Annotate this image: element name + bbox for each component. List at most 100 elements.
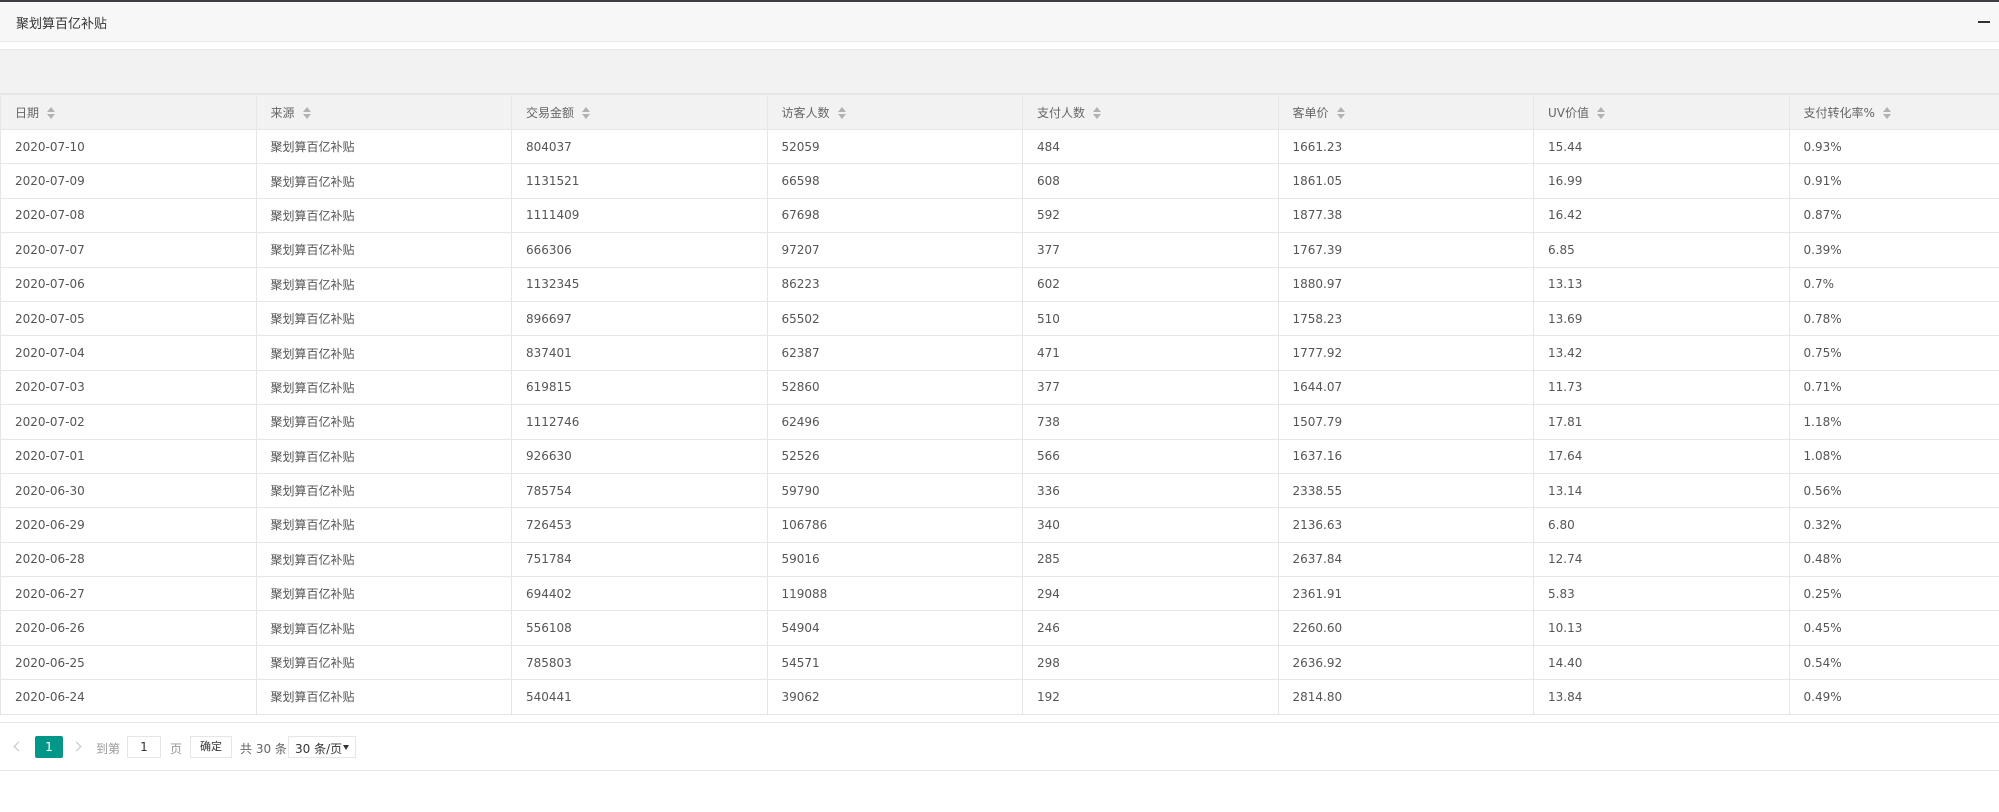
table-row[interactable]: 2020-06-29 聚划算百亿补贴 726453 106786 340 2136.63 6… (0, 507, 1999, 543)
table-cell: 2020-07-01 (0, 438, 257, 474)
page-size-select[interactable]: 30 条/页 (288, 736, 356, 758)
goto-page-input[interactable] (127, 736, 161, 758)
table-cell: 2338.55 (1278, 472, 1534, 509)
table-toolbar (0, 49, 1999, 94)
prev-page-icon[interactable] (12, 739, 24, 755)
column-header[interactable]: UV价值 (1533, 94, 1790, 130)
column-header-label: 支付转化率% (1803, 105, 1875, 120)
table-cell: 246 (1022, 610, 1279, 646)
sort-icon[interactable] (1093, 107, 1102, 119)
sort-icon[interactable] (1597, 107, 1605, 119)
table-cell: 12.74 (1533, 541, 1790, 578)
table-cell: 0.49% (1789, 679, 1999, 715)
table-row[interactable]: 2020-06-24 聚划算百亿补贴 540441 39062 192 2814.80 13… (0, 679, 1999, 715)
table-cell: 1880.97 (1278, 266, 1534, 302)
table-cell: 1777.92 (1278, 335, 1534, 371)
table-cell: 2020-07-04 (0, 335, 257, 371)
column-header[interactable]: 来源 (256, 94, 512, 130)
table-cell: 54904 (767, 610, 1023, 646)
table-cell: 484 (1022, 128, 1279, 165)
table-cell: 2814.80 (1278, 679, 1534, 715)
table-cell: 聚划算百亿补贴 (256, 197, 512, 234)
pagination-bar: 1 到第 页 确定 共 30 条 30 条/页 (0, 722, 1999, 771)
table-cell: 聚划算百亿补贴 (256, 335, 512, 371)
table-cell: 0.93% (1789, 128, 1999, 165)
table-row[interactable]: 2020-07-05 聚划算百亿补贴 896697 65502 510 1758.23 13… (0, 300, 1999, 337)
table-cell: 2260.60 (1278, 610, 1534, 646)
table-cell: 10.13 (1533, 610, 1790, 646)
table-row[interactable]: 2020-06-25 聚划算百亿补贴 785803 54571 298 2636.92 14… (0, 644, 1999, 681)
table-cell: 聚划算百亿补贴 (256, 163, 512, 199)
table-cell: 2020-07-03 (0, 369, 257, 406)
table-cell: 471 (1022, 335, 1279, 371)
collapse-icon[interactable] (1977, 14, 1991, 28)
table-row[interactable]: 2020-06-26 聚划算百亿补贴 556108 54904 246 2260.60 10… (0, 610, 1999, 646)
sort-icon[interactable] (582, 107, 591, 119)
sort-icon[interactable] (302, 107, 311, 119)
table-cell: 106786 (767, 507, 1023, 543)
table-cell: 1507.79 (1278, 404, 1534, 440)
table-row[interactable]: 2020-06-27 聚划算百亿补贴 694402 119088 294 2361.91 5… (0, 576, 1999, 612)
table-row[interactable]: 2020-07-09 聚划算百亿补贴 1131521 66598 608 1861.05 1… (0, 163, 1999, 199)
table-cell: 785754 (511, 472, 768, 509)
table-row[interactable]: 2020-06-30 聚划算百亿补贴 785754 59790 336 2338.55 13… (0, 472, 1999, 509)
table-cell: 0.48% (1789, 541, 1999, 578)
column-header[interactable]: 交易金额 (511, 94, 768, 130)
table-cell: 2020-07-05 (0, 300, 257, 337)
table-cell: 15.44 (1533, 128, 1790, 165)
column-header[interactable]: 日期 (0, 94, 257, 130)
table-cell: 1758.23 (1278, 300, 1534, 337)
page-button-current[interactable]: 1 (35, 736, 63, 758)
sort-icon[interactable] (837, 107, 846, 119)
table-cell: 896697 (511, 300, 768, 337)
table-cell: 1644.07 (1278, 369, 1534, 406)
table-cell: 1132345 (511, 266, 768, 302)
sort-icon[interactable] (1336, 107, 1345, 119)
table-cell: 16.42 (1533, 197, 1790, 234)
table-cell: 13.84 (1533, 679, 1790, 715)
column-header[interactable]: 支付转化率% (1789, 94, 1999, 130)
column-header[interactable]: 支付人数 (1022, 94, 1279, 130)
table-row[interactable]: 2020-07-03 聚划算百亿补贴 619815 52860 377 1644.07 11… (0, 369, 1999, 406)
table-row[interactable]: 2020-07-04 聚划算百亿补贴 837401 62387 471 1777.92 13… (0, 335, 1999, 371)
table-cell: 聚划算百亿补贴 (256, 369, 512, 406)
table-cell: 2136.63 (1278, 507, 1534, 543)
table-cell: 6.80 (1533, 507, 1790, 543)
table-row[interactable]: 2020-07-08 聚划算百亿补贴 1111409 67698 592 1877.38 1… (0, 197, 1999, 234)
table-cell: 13.14 (1533, 472, 1790, 509)
table-row[interactable]: 2020-07-07 聚划算百亿补贴 666306 97207 377 1767.39 6.… (0, 232, 1999, 268)
table-scroll-area[interactable]: 日期 来源 交易金额 访客人数 支付人数 客单价 UV价值 支付转化率% 2020-07-10… (0, 94, 1999, 722)
table-row[interactable]: 2020-07-02 聚划算百亿补贴 1112746 62496 738 1507.79 1… (0, 404, 1999, 440)
table-row[interactable]: 2020-07-10 聚划算百亿补贴 804037 52059 484 1661.23 15… (0, 128, 1999, 165)
column-header[interactable]: 客单价 (1278, 94, 1534, 130)
table-cell: 14.40 (1533, 644, 1790, 681)
table-cell: 837401 (511, 335, 768, 371)
table-cell: 13.42 (1533, 335, 1790, 371)
table-cell: 0.87% (1789, 197, 1999, 234)
sort-icon[interactable] (47, 107, 56, 119)
table-cell: 62496 (767, 404, 1023, 440)
table-cell: 0.75% (1789, 335, 1999, 371)
table-cell: 2020-06-25 (0, 644, 257, 681)
table-cell: 556108 (511, 610, 768, 646)
column-header[interactable]: 访客人数 (767, 94, 1023, 130)
sort-icon[interactable] (1882, 107, 1891, 119)
table-cell: 608 (1022, 163, 1279, 199)
table-cell: 5.83 (1533, 576, 1790, 612)
table-cell: 0.56% (1789, 472, 1999, 509)
table-cell: 2020-07-09 (0, 163, 257, 199)
table-cell: 2020-06-28 (0, 541, 257, 578)
confirm-button[interactable]: 确定 (190, 736, 232, 758)
table-cell: 694402 (511, 576, 768, 612)
table-cell: 2020-06-29 (0, 507, 257, 543)
table-cell: 2020-07-10 (0, 128, 257, 165)
table-row[interactable]: 2020-06-28 聚划算百亿补贴 751784 59016 285 2637.84 12… (0, 541, 1999, 578)
table-cell: 0.54% (1789, 644, 1999, 681)
dropdown-arrow-icon (343, 745, 349, 750)
table-cell: 2020-06-27 (0, 576, 257, 612)
table-cell: 67698 (767, 197, 1023, 234)
table-cell: 聚划算百亿补贴 (256, 472, 512, 509)
table-row[interactable]: 2020-07-06 聚划算百亿补贴 1132345 86223 602 1880.97 1… (0, 266, 1999, 302)
next-page-icon[interactable] (72, 739, 84, 755)
table-row[interactable]: 2020-07-01 聚划算百亿补贴 926630 52526 566 1637.16 17… (0, 438, 1999, 474)
